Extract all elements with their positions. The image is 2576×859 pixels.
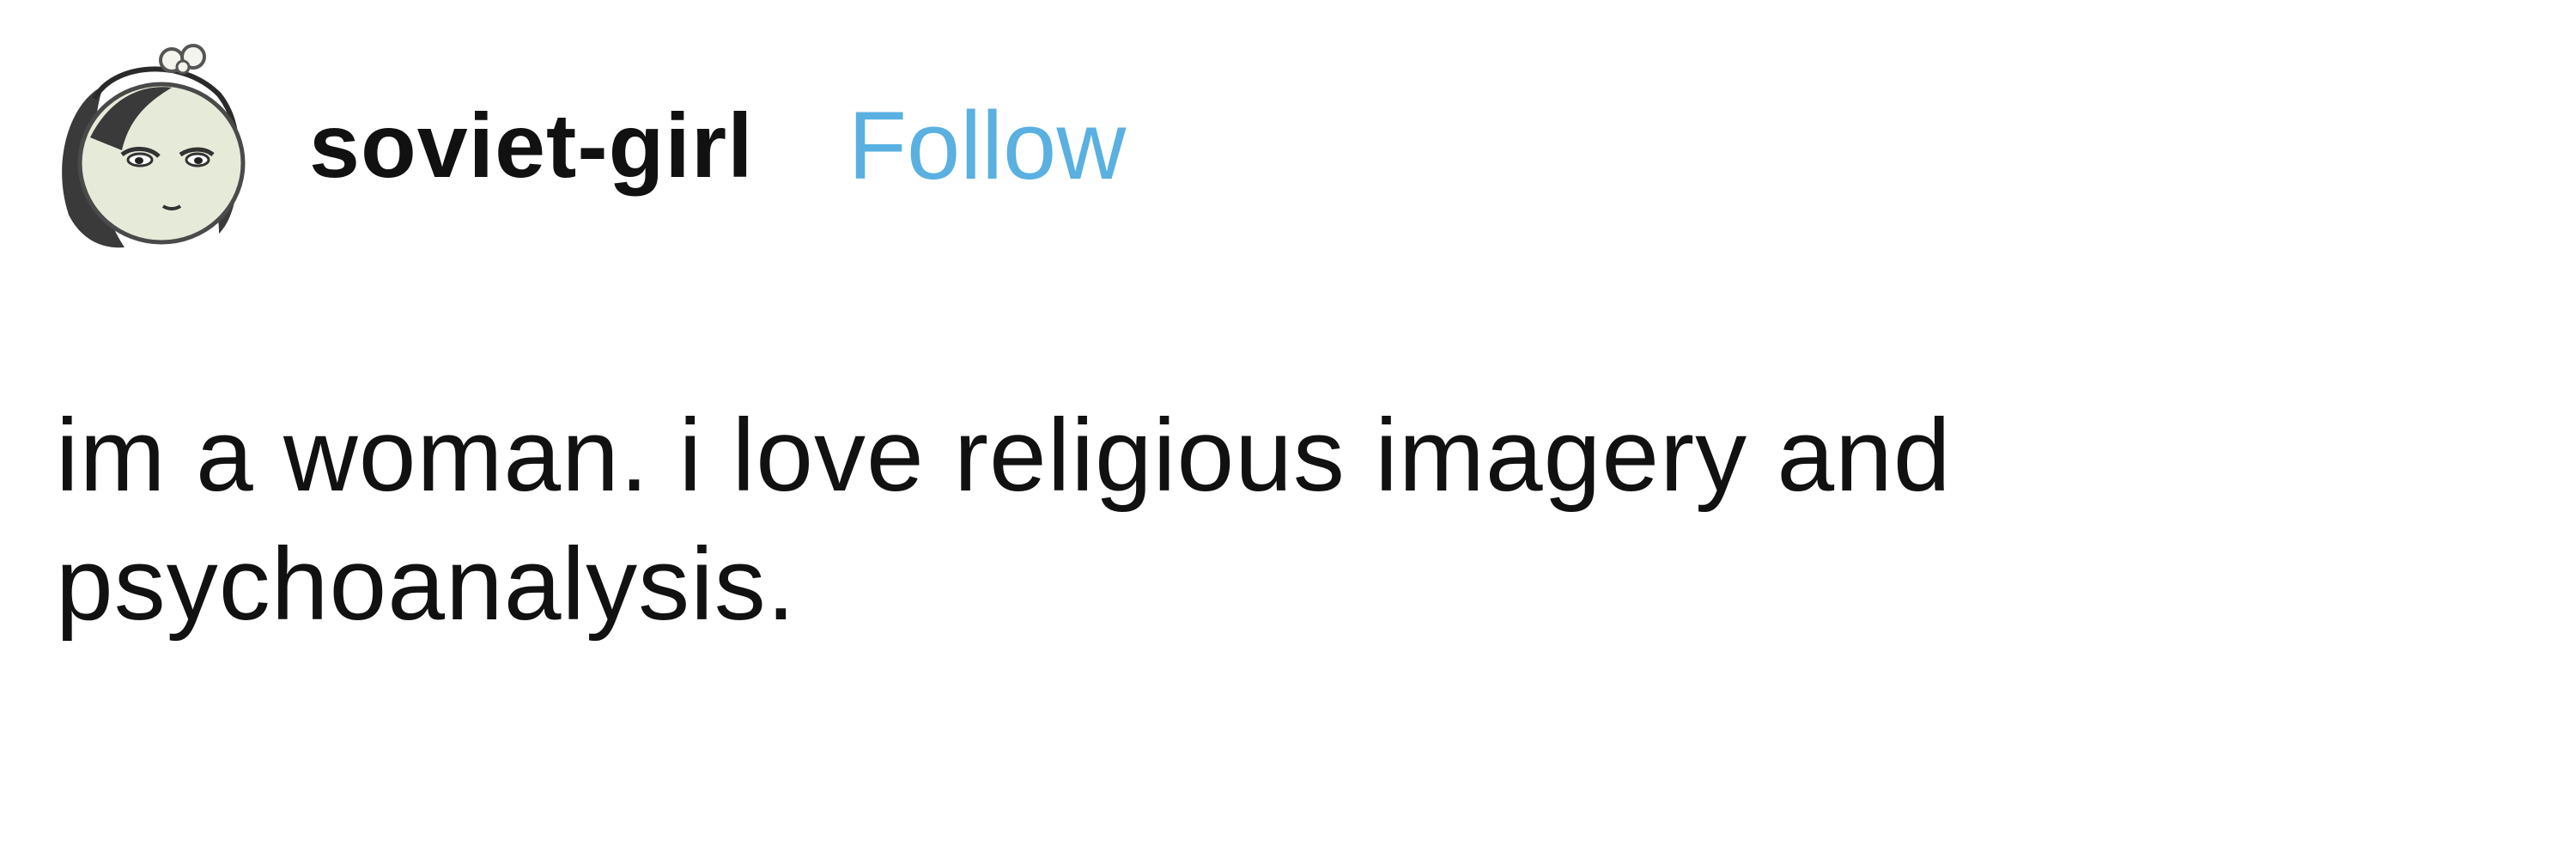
username-link[interactable]: soviet-girl (309, 101, 754, 192)
post-text: im a woman. i love religious imagery and… (56, 398, 1952, 642)
avatar[interactable] (43, 34, 266, 258)
cartoon-girl-avatar-icon (62, 44, 246, 248)
post-card: soviet-girl Follow im a woman. i love re… (0, 0, 2576, 859)
follow-button[interactable]: Follow (848, 98, 1127, 194)
post-header: soviet-girl Follow (43, 34, 1126, 258)
